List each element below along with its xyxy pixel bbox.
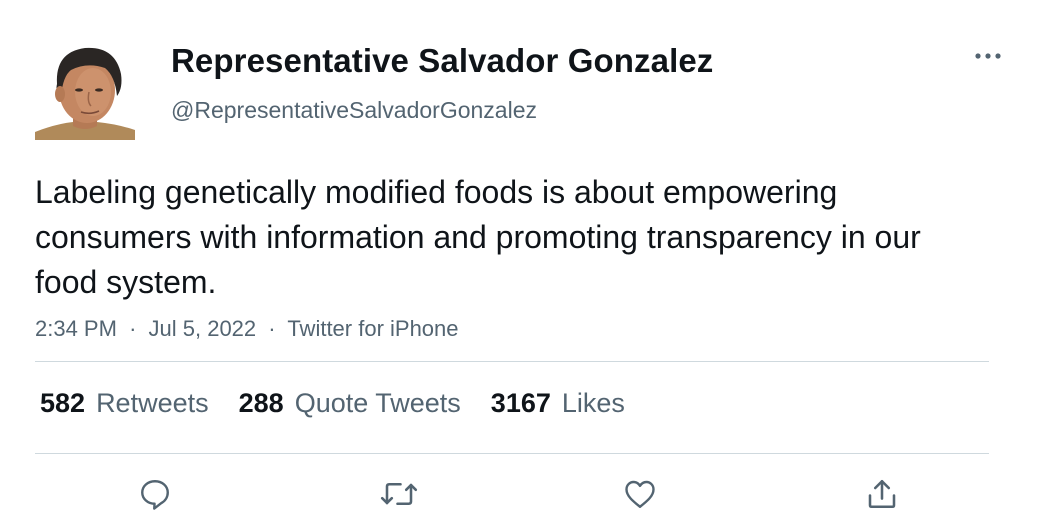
retweets-stat[interactable]: 582 Retweets bbox=[40, 388, 209, 419]
tweet-time[interactable]: 2:34 PM bbox=[35, 316, 117, 341]
tweet-actions-bar bbox=[0, 474, 1050, 514]
quote-tweets-stat[interactable]: 288 Quote Tweets bbox=[239, 388, 461, 419]
avatar[interactable] bbox=[35, 40, 135, 140]
tweet-source[interactable]: Twitter for iPhone bbox=[287, 316, 458, 341]
retweets-count: 582 bbox=[40, 388, 86, 418]
divider bbox=[35, 453, 989, 454]
tweet-date[interactable]: Jul 5, 2022 bbox=[149, 316, 257, 341]
heart-icon bbox=[625, 480, 655, 508]
tweet-metadata: 2:34 PM · Jul 5, 2022 · Twitter for iPho… bbox=[35, 316, 459, 342]
retweet-arrows-icon bbox=[380, 482, 418, 506]
share-button[interactable] bbox=[862, 474, 902, 514]
likes-count: 3167 bbox=[490, 388, 551, 418]
author-display-name[interactable]: Representative Salvador Gonzalez bbox=[171, 42, 713, 80]
like-button[interactable] bbox=[620, 474, 660, 514]
more-options-button[interactable] bbox=[972, 44, 1004, 68]
speech-bubble-icon bbox=[141, 480, 169, 510]
profile-photo-icon bbox=[35, 40, 135, 140]
retweet-button[interactable] bbox=[379, 474, 419, 514]
ellipsis-icon bbox=[975, 53, 1001, 59]
meta-separator: · bbox=[129, 316, 137, 341]
tweet-stats: 582 Retweets 288 Quote Tweets 3167 Likes bbox=[40, 388, 655, 419]
meta-separator: · bbox=[268, 316, 276, 341]
tweet-text: Labeling genetically modified foods is a… bbox=[35, 174, 921, 300]
likes-label: Likes bbox=[561, 388, 625, 418]
likes-stat[interactable]: 3167 Likes bbox=[491, 388, 625, 419]
quote-tweets-label: Quote Tweets bbox=[294, 388, 461, 418]
divider bbox=[35, 361, 989, 362]
retweets-label: Retweets bbox=[96, 388, 209, 418]
reply-button[interactable] bbox=[135, 474, 175, 514]
share-upload-icon bbox=[868, 479, 896, 509]
author-handle[interactable]: @RepresentativeSalvadorGonzalez bbox=[171, 97, 537, 124]
quote-tweets-count: 288 bbox=[238, 388, 284, 418]
